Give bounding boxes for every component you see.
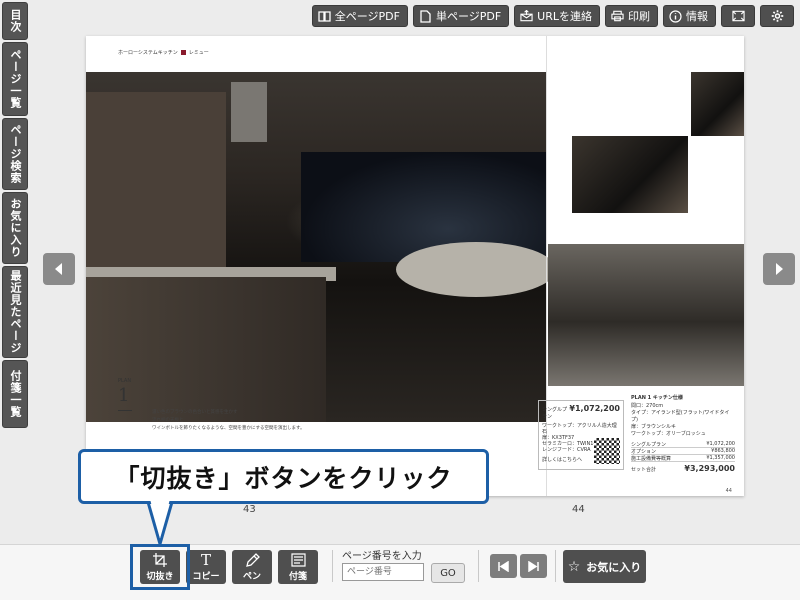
sticky-note-icon: [290, 553, 306, 568]
total-label: セット合計: [631, 467, 657, 473]
single-page-pdf-button[interactable]: 単ページPDF: [412, 5, 510, 27]
price-value: ¥1,072,200: [569, 404, 620, 413]
single-page-pdf-label: 単ページPDF: [435, 10, 502, 23]
cut-button-highlight: [130, 544, 190, 590]
tab-page-list[interactable]: ページ一覧: [2, 42, 28, 116]
right-spec: ワークトップ：オリーブロッシュ: [631, 431, 706, 437]
row-label: オプション: [631, 449, 657, 455]
separator: [332, 550, 333, 582]
right-spec: 間口：270cm: [631, 403, 664, 409]
info-icon: [669, 9, 682, 23]
desc-line: ワインボトルを飾りたくなるような、空間を豊かにする空間を演出します。: [152, 426, 305, 431]
page-header: ホーローシステムキッチン レミュー: [118, 49, 209, 56]
sticky-note-button[interactable]: 付箋: [278, 550, 318, 584]
all-pages-pdf-label: 全ページPDF: [334, 10, 400, 23]
page-input-label: ページ番号を入力: [342, 551, 422, 562]
tab-recent-pages[interactable]: 最近見たページ: [2, 266, 28, 358]
row-value: ¥1,357,000: [706, 455, 735, 461]
desc-line: 濃い色のブラウンの色合いと質感を生かす: [152, 410, 238, 415]
tab-favorites[interactable]: お気に入り: [2, 192, 28, 264]
settings-button[interactable]: [760, 5, 794, 27]
chevron-left-icon: [55, 263, 62, 275]
fullscreen-icon: [731, 10, 745, 23]
fullscreen-button[interactable]: [721, 5, 755, 27]
page-number-left: 43: [243, 504, 256, 515]
header-series: レミュー: [188, 50, 209, 56]
price-label: シングルプラン: [542, 407, 568, 420]
row-value: ¥1,072,200: [706, 441, 735, 447]
plan-description: 濃い色のブラウンの色合いと質感を生かす 流れ柄の天板と ワインボトルを飾りたくな…: [152, 409, 305, 433]
print-button[interactable]: 印刷: [605, 5, 658, 27]
plan-text: PLAN: [118, 378, 132, 384]
first-page-icon: [498, 560, 509, 572]
info-button[interactable]: 情報: [663, 5, 716, 27]
header-category: ホーローシステムキッチン: [118, 50, 178, 56]
qr-code[interactable]: [594, 438, 620, 464]
spec-line: ワークトップ：アクリル人造大理石: [542, 423, 617, 435]
first-page-button[interactable]: [490, 554, 517, 578]
page-number-right: 44: [572, 504, 585, 515]
row-value: ¥863,800: [711, 448, 735, 454]
text-icon: T: [200, 551, 211, 569]
favorite-label: お気に入り: [586, 560, 642, 574]
top-toolbar: 全ページPDF 単ページPDF URLを連絡 印刷 情報: [311, 5, 794, 27]
callout-text: 「切抜き」ボタンをクリック: [114, 463, 453, 493]
copy-label: コピー: [192, 571, 220, 582]
pen-icon: [245, 552, 260, 568]
plan-number: 1: [118, 385, 130, 406]
printer-icon: [611, 10, 624, 23]
mail-icon: [520, 10, 533, 23]
book-icon: [318, 10, 331, 23]
right-title: PLAN 1 キッチン仕様: [631, 395, 683, 401]
total-value: ¥3,293,000: [684, 464, 735, 473]
last-page-button[interactable]: [520, 554, 547, 578]
price-box-right: PLAN 1 キッチン仕様 間口：270cm タイプ：アイランド型(フラット/ワ…: [631, 394, 735, 474]
document-icon: [419, 9, 432, 23]
detail-photo-middle: [572, 136, 688, 213]
desc-line: 流れ柄の天板と: [152, 418, 184, 423]
prev-page-arrow[interactable]: [43, 253, 75, 285]
separator: [555, 550, 556, 582]
main-kitchen-photo: [86, 72, 556, 422]
page-number-input[interactable]: [342, 563, 424, 581]
chevron-right-icon: [776, 263, 783, 275]
pen-button[interactable]: ペン: [232, 550, 272, 584]
tab-contents[interactable]: 目次: [2, 2, 28, 40]
copy-button[interactable]: T コピー: [186, 550, 226, 584]
price-row: シングルプラン ¥1,072,200: [631, 441, 735, 448]
tab-page-search[interactable]: ページ検索: [2, 118, 28, 190]
price-row: 施工設備費等概算 ¥1,357,000: [631, 455, 735, 462]
row-label: シングルプラン: [631, 442, 667, 448]
send-url-button[interactable]: URLを連絡: [514, 5, 600, 27]
next-page-arrow[interactable]: [763, 253, 795, 285]
print-label: 印刷: [628, 10, 650, 23]
detail-photo-bottom: [548, 244, 744, 386]
pen-label: ペン: [242, 571, 261, 582]
detail-photo-top: [691, 72, 744, 136]
star-icon: ☆: [567, 558, 581, 575]
instruction-callout: 「切抜き」ボタンをクリック: [78, 449, 489, 504]
all-pages-pdf-button[interactable]: 全ページPDF: [311, 5, 408, 27]
plan-label: PLAN 1: [118, 378, 132, 411]
qr-caption: 詳しくはこちらへ: [542, 457, 583, 463]
go-button[interactable]: GO: [431, 563, 465, 583]
last-page-icon: [528, 560, 539, 572]
catalog-spread: ホーローシステムキッチン レミュー PLAN 1 濃い色のブラウンの色合いと質感…: [86, 36, 744, 496]
row-label: 施工設備費等概算: [631, 456, 672, 462]
sticky-note-label: 付箋: [288, 571, 307, 582]
send-url-label: URLを連絡: [537, 10, 592, 23]
corner-page-number: 44: [725, 488, 732, 494]
tab-sticky-list[interactable]: 付箋一覧: [2, 360, 28, 428]
favorite-button[interactable]: ☆ お気に入り: [563, 550, 646, 583]
right-spec: 扉：ブラウンシルキ: [631, 424, 677, 430]
right-spec: タイプ：アイランド型(フラット/ワイドタイプ): [631, 410, 730, 423]
total-row: セット合計 ¥3,293,000: [631, 464, 735, 473]
price-row: オプション ¥863,800: [631, 448, 735, 455]
separator: [478, 550, 479, 582]
info-label: 情報: [686, 10, 708, 23]
gear-icon: [771, 10, 784, 23]
header-marker-icon: [180, 50, 186, 55]
